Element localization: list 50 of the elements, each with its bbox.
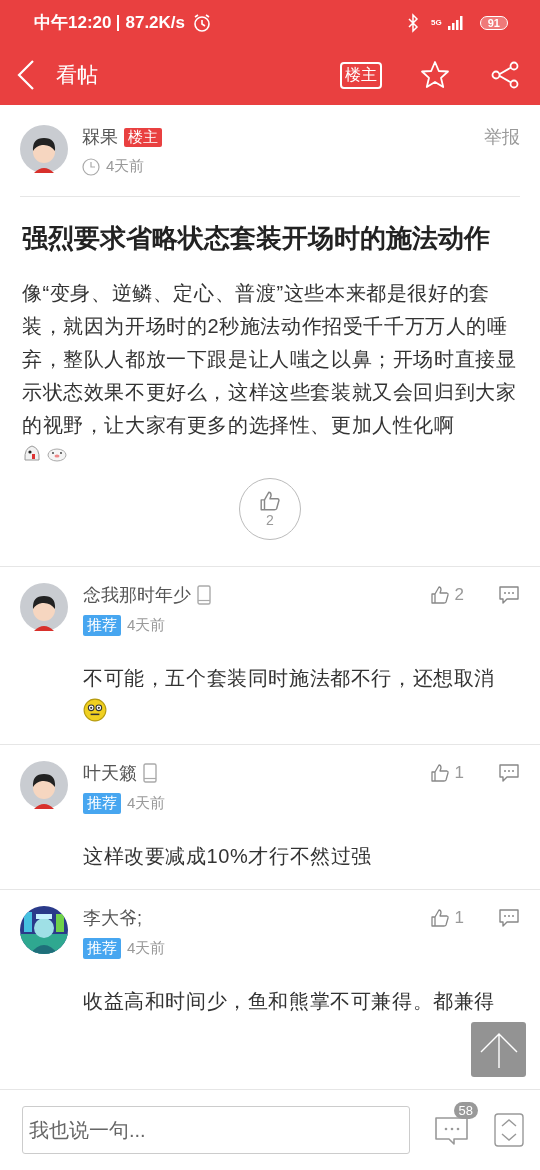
emoji-icon bbox=[83, 698, 107, 722]
author-name[interactable]: 槑果 bbox=[82, 125, 118, 149]
comment-time: 4天前 bbox=[127, 616, 166, 635]
post-time: 4天前 bbox=[106, 157, 145, 176]
commenter-name[interactable]: 叶天籁 bbox=[83, 761, 137, 785]
reply-icon[interactable] bbox=[498, 585, 520, 605]
jump-icon[interactable] bbox=[494, 1113, 524, 1147]
like-button[interactable]: 2 bbox=[239, 478, 301, 540]
thumbs-up-icon bbox=[429, 585, 450, 605]
network-type: 5G bbox=[431, 18, 442, 27]
comment-count-badge: 58 bbox=[453, 1102, 478, 1119]
signal-icon bbox=[447, 15, 466, 30]
avatar[interactable] bbox=[20, 583, 68, 631]
like-count[interactable]: 1 bbox=[454, 908, 464, 928]
clock-time: 中午12:20 bbox=[34, 12, 112, 34]
back-icon[interactable] bbox=[16, 59, 36, 91]
like-count[interactable]: 1 bbox=[454, 763, 464, 783]
avatar[interactable] bbox=[20, 125, 68, 173]
comment-time: 4天前 bbox=[127, 794, 166, 813]
commenter-name[interactable]: 念我那时年少 bbox=[83, 583, 191, 607]
comment-input[interactable]: 我也说一句... bbox=[22, 1106, 410, 1154]
reply-icon[interactable] bbox=[498, 908, 520, 928]
bluetooth-icon bbox=[407, 12, 420, 33]
network-speed: 87.2K/s bbox=[125, 12, 186, 33]
thumbs-up-icon bbox=[429, 763, 450, 783]
comment-text: 这样改要减成10%才行不然过强 bbox=[83, 845, 373, 867]
recommended-tag: 推荐 bbox=[83, 615, 121, 636]
recommended-tag: 推荐 bbox=[83, 793, 121, 814]
battery-level: 91 bbox=[479, 15, 508, 30]
recommended-tag: 推荐 bbox=[83, 938, 121, 959]
report-link[interactable]: 举报 bbox=[484, 125, 520, 176]
thumbs-up-icon bbox=[259, 490, 281, 512]
comment-time: 4天前 bbox=[127, 939, 166, 958]
comment-text: 收益高和时间少，鱼和熊掌不可兼得。都兼得 bbox=[83, 990, 495, 1012]
comment-text: 不可能，五个套装同时施法都不行，还想取消 bbox=[83, 667, 495, 689]
thumbs-up-icon bbox=[429, 908, 450, 928]
reply-icon[interactable] bbox=[498, 763, 520, 783]
post-title: 强烈要求省略状态套装开场时的施法动作 bbox=[22, 222, 491, 255]
share-icon[interactable] bbox=[490, 60, 520, 90]
avatar[interactable] bbox=[20, 761, 68, 809]
page-title: 看帖 bbox=[56, 62, 98, 88]
owner-only-button[interactable]: 楼主 bbox=[340, 61, 382, 89]
star-icon[interactable] bbox=[420, 60, 450, 90]
owner-tag: 楼主 bbox=[124, 127, 162, 147]
commenter-name[interactable]: 李大爷; bbox=[83, 906, 142, 930]
post-body: 像“变身、逆鳞、定心、普渡”这些本来都是很好的套装，就因为开场时的2秒施法动作招受千千万万人的唾弃，整队人都放一下跟是让人嗤之以鼻；开场时直接显示状态效果不更好么，这样这些套装就又会回归到大家的视野，让大家有更多的选择性、更加人性化啊 bbox=[22, 281, 518, 438]
clock-icon bbox=[82, 157, 100, 176]
scroll-to-top-button[interactable] bbox=[471, 1022, 526, 1077]
comments-icon[interactable] bbox=[434, 1114, 470, 1146]
like-count[interactable]: 2 bbox=[454, 585, 464, 605]
